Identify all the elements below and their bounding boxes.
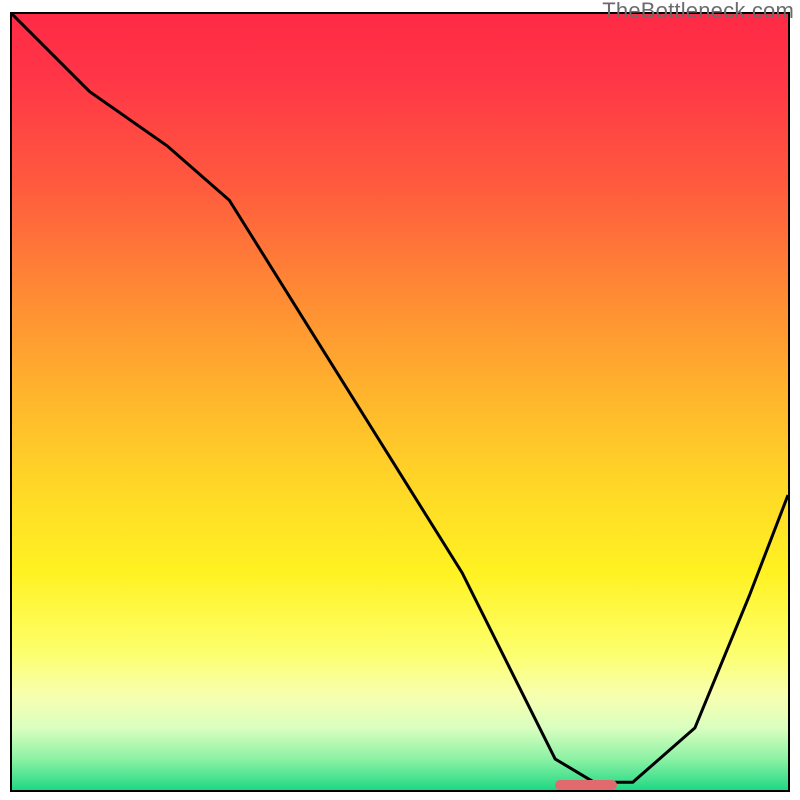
watermark-text: TheBottleneck.com	[602, 0, 794, 24]
chart-frame	[10, 12, 790, 792]
optimal-zone-marker	[555, 780, 617, 790]
bottleneck-curve	[12, 14, 788, 790]
